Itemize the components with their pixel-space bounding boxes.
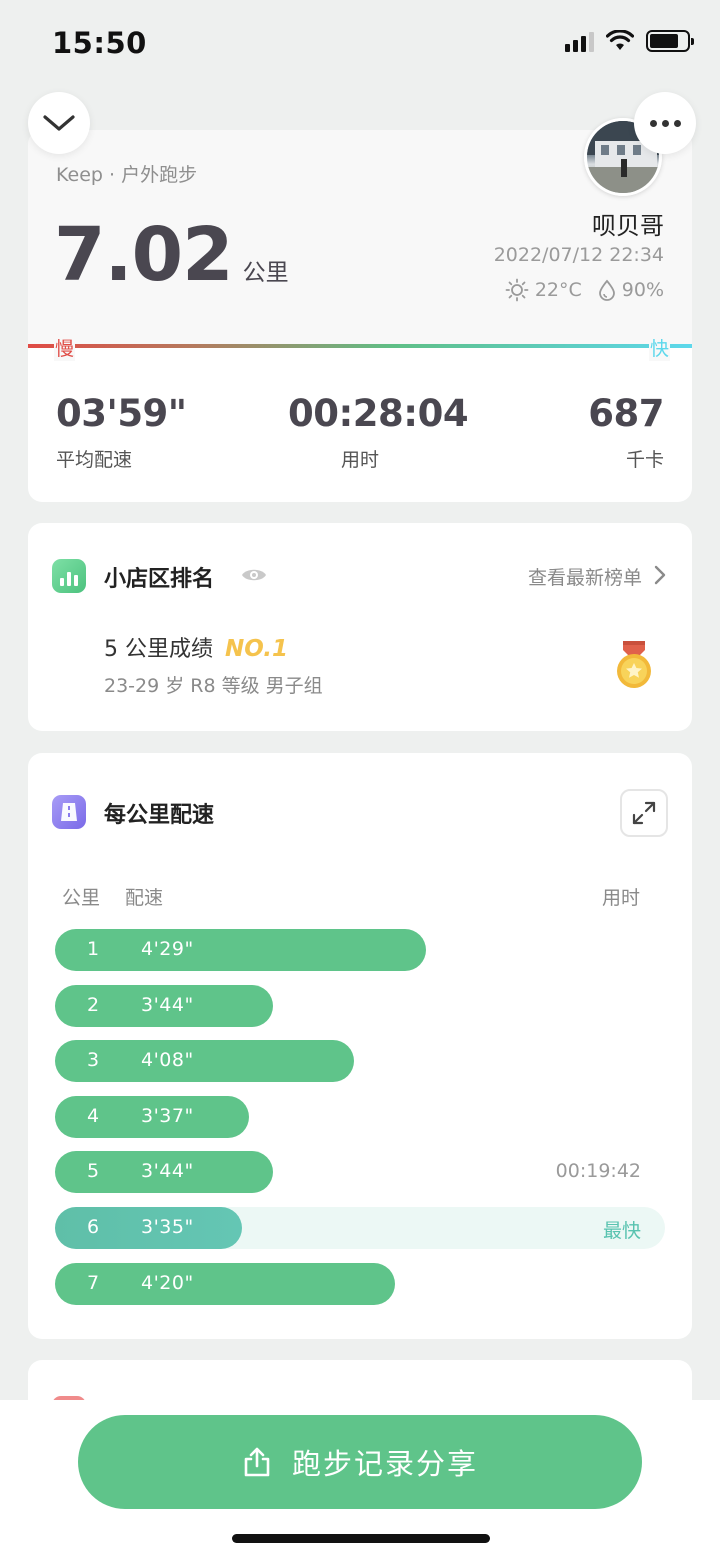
share-label: 跑步记录分享 (291, 1447, 478, 1481)
speed-fast-label: 快 (648, 334, 670, 361)
pace-value: 4'20" (141, 1271, 194, 1294)
fastest-label: 最快 (602, 1219, 641, 1242)
pace-row-km-4: 4 3'37" (55, 1095, 665, 1138)
ranking-title: 小店区排名 (104, 567, 215, 592)
pace-value: 3'35" (141, 1215, 194, 1238)
road-icon (52, 795, 86, 829)
status-bar: 15:50 (0, 0, 720, 90)
stat-value: 687 (588, 392, 664, 435)
home-indicator (232, 1534, 490, 1543)
expand-icon (632, 801, 656, 825)
speed-gradient-bar (28, 344, 692, 348)
more-dots-icon (649, 119, 681, 127)
temperature: 22°C (534, 279, 582, 301)
pace-value: 4'08" (141, 1049, 194, 1072)
share-run-button[interactable]: 跑步记录分享 (78, 1415, 642, 1509)
pace-per-km-card: 每公里配速 公里 配速 用时 1 4'29" 2 3'44" 3 4'08" 4 3'37" 5… (28, 753, 692, 1339)
humidity-drop-icon (598, 279, 615, 301)
pace-value: 3'37" (141, 1104, 194, 1127)
gold-medal-icon (617, 641, 651, 688)
stat-average-pace: 03'59" 平均配速 (56, 392, 187, 472)
eye-icon[interactable] (240, 565, 268, 585)
pace-value: 3'44" (141, 993, 194, 1016)
pace-row-km-2: 2 3'44" (55, 984, 665, 1027)
run-summary-card: Keep · 户外跑步 7.02 公里 呗贝哥 2022/07/12 22:34… (28, 118, 692, 502)
pace-title: 每公里配速 (104, 803, 215, 828)
speed-slow-label: 慢 (54, 334, 76, 361)
stat-duration: 00:28:04 用时 (288, 392, 469, 472)
status-icons (565, 30, 694, 52)
pace-km-number: 1 (86, 938, 100, 960)
cellular-signal-icon (565, 30, 594, 52)
view-latest-leaderboard-link[interactable]: 查看最新榜单 (528, 563, 642, 590)
sun-icon (505, 278, 529, 302)
pace-row-km-3: 3 4'08" (55, 1040, 665, 1083)
distance-unit: 公里 (242, 260, 289, 286)
bottom-bar: 跑步记录分享 (0, 1400, 720, 1558)
expand-button[interactable] (620, 789, 668, 837)
header-km: 公里 (62, 887, 101, 909)
collapse-button[interactable] (28, 92, 90, 154)
pace-row-km-5: 5 3'44" 00:19:42 (55, 1151, 665, 1194)
stat-label: 平均配速 (56, 449, 133, 471)
stat-label: 用时 (340, 449, 379, 471)
weather-info: 22°C 90% (505, 278, 664, 302)
battery-icon (646, 30, 694, 52)
pace-value: 3'44" (141, 1160, 194, 1183)
pace-value: 4'29" (141, 938, 194, 960)
stat-label: 千卡 (625, 449, 664, 471)
header-time: 用时 (601, 887, 640, 909)
pace-km-number: 6 (86, 1215, 100, 1238)
rank-position: NO.1 (225, 636, 289, 662)
pace-row-km-6: 6 3'35" 最快 (55, 1206, 665, 1249)
status-time: 15:50 (52, 26, 147, 60)
ranking-chart-icon (52, 559, 86, 593)
stat-value: 03'59" (56, 392, 187, 435)
stat-value: 00:28:04 (288, 392, 469, 435)
rank-record-label: 5 公里成绩 (104, 637, 213, 662)
stat-calories: 687 千卡 (588, 392, 664, 472)
wifi-icon (606, 30, 634, 50)
pace-km-number: 4 (86, 1104, 100, 1127)
chevron-right-icon (654, 565, 666, 585)
humidity: 90% (621, 279, 664, 301)
pace-km-number: 5 (86, 1160, 100, 1183)
pace-km-number: 2 (86, 993, 100, 1016)
chevron-down-icon (43, 115, 75, 131)
pace-row-km-7: 7 4'20" (55, 1262, 665, 1305)
pace-rows: 1 4'29" 2 3'44" 3 4'08" 4 3'37" 5 3'44" 00:19:42 6 3… (55, 929, 665, 1318)
username: 呗贝哥 (592, 212, 664, 240)
header-pace: 配速 (125, 887, 164, 909)
pace-km-number: 7 (86, 1271, 100, 1294)
rank-record: 5 公里成绩 NO.1 (104, 631, 288, 663)
distance: 7.02 公里 (54, 212, 289, 298)
rank-group: 23-29 岁 R8 等级 男子组 (104, 675, 323, 697)
share-icon (244, 1447, 270, 1477)
run-datetime: 2022/07/12 22:34 (493, 244, 664, 266)
ranking-card[interactable]: 小店区排名 查看最新榜单 5 公里成绩 NO.1 23-29 岁 R8 等级 男… (28, 523, 692, 731)
pace-cumulative-time: 00:19:42 (555, 1160, 641, 1183)
more-options-button[interactable] (634, 92, 696, 154)
activity-source: Keep · 户外跑步 (56, 164, 198, 186)
pace-row-km-1: 1 4'29" (55, 929, 665, 971)
pace-km-number: 3 (86, 1049, 100, 1072)
distance-value: 7.02 (54, 212, 234, 298)
